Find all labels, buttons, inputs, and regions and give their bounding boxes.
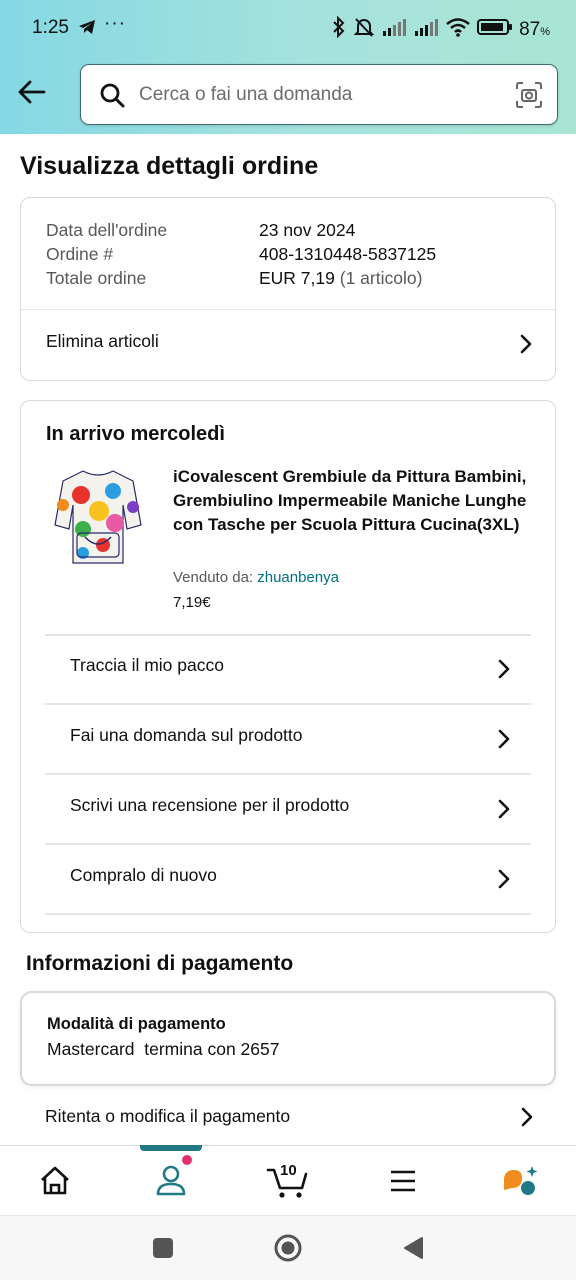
assistant-icon (504, 1166, 538, 1195)
chevron-right-icon (498, 729, 510, 749)
buy-again-row[interactable]: Compralo di nuovo (45, 844, 531, 914)
battery-percent: 87 (519, 18, 541, 40)
payment-method-value: Mastercard termina con 2657 (47, 1039, 280, 1059)
chevron-right-icon (498, 869, 510, 889)
menu-icon (391, 1170, 415, 1192)
back-system-button[interactable] (402, 1236, 424, 1265)
account-icon (156, 1155, 192, 1196)
cart-count-badge: 10 (280, 1162, 297, 1179)
status-time: 1:25 (32, 17, 69, 38)
chevron-right-icon (498, 799, 510, 819)
payment-method-card: Modalità di pagamento Mastercard termina… (20, 991, 556, 1086)
system-nav-bar (0, 1215, 576, 1280)
order-summary-card: Data dell'ordine 23 nov 2024 Ordine # 40… (20, 197, 556, 381)
nav-account[interactable] (136, 1146, 206, 1216)
payment-section-title: Informazioni di pagamento (26, 952, 294, 975)
telegram-icon (78, 19, 96, 40)
triangle-back-icon (404, 1237, 423, 1259)
back-button[interactable] (14, 74, 50, 110)
battery-unit: % (540, 25, 550, 38)
chevron-right-icon (498, 659, 510, 679)
action-label: Compralo di nuovo (70, 865, 217, 885)
circle-icon (274, 1234, 302, 1262)
divider (45, 913, 531, 915)
chevron-right-icon (521, 1107, 533, 1127)
signal-icon-2 (413, 17, 439, 42)
delete-items-row[interactable]: Elimina articoli (21, 310, 555, 380)
nav-assistant[interactable] (486, 1146, 556, 1216)
retry-payment-row[interactable]: Ritenta o modifica il pagamento (20, 1088, 556, 1146)
bluetooth-icon (331, 15, 347, 43)
arrival-status: In arrivo mercoledì (46, 423, 225, 445)
payment-method-label: Modalità di pagamento (47, 1015, 226, 1033)
delete-items-label: Elimina articoli (46, 331, 159, 351)
nav-cart[interactable] (252, 1146, 322, 1216)
chevron-right-icon (520, 334, 532, 354)
order-number-value: 408-1310448-5837125 (259, 244, 437, 264)
app-header: 1:25 ··· 87% (0, 0, 576, 134)
square-icon (153, 1238, 173, 1258)
write-review-row[interactable]: Scrivi una recensione per il prodotto (45, 774, 531, 844)
order-date-label: Data dell'ordine (46, 220, 168, 240)
status-bar: 1:25 ··· 87% (0, 0, 576, 56)
arrow-left-icon (18, 80, 46, 104)
more-notifications-icon: ··· (104, 13, 126, 34)
search-icon (99, 82, 125, 113)
order-total-label: Totale ordine (46, 268, 147, 288)
wifi-icon (445, 17, 471, 42)
home-system-button[interactable] (273, 1233, 303, 1268)
ask-question-row[interactable]: Fai una domanda sul prodotto (45, 704, 531, 774)
battery-level: 87% (519, 19, 550, 41)
search-bar[interactable] (80, 64, 558, 125)
camera-scan-icon[interactable] (515, 81, 543, 114)
search-input[interactable] (139, 65, 499, 124)
track-package-row[interactable]: Traccia il mio pacco (45, 634, 531, 704)
action-label: Scrivi una recensione per il prodotto (70, 795, 350, 815)
bell-muted-icon (353, 16, 375, 43)
bottom-nav: 10 (0, 1145, 576, 1215)
seller-info: Venduto da: zhuanbenya (173, 569, 339, 586)
product-image[interactable] (53, 465, 143, 567)
action-label: Traccia il mio pacco (70, 655, 224, 675)
battery-icon (477, 18, 513, 41)
order-total-amount: EUR 7,19 (259, 268, 335, 288)
order-number-label: Ordine # (46, 244, 114, 264)
page-title: Visualizza dettagli ordine (20, 152, 319, 180)
product-price: 7,19€ (173, 594, 211, 611)
status-icons: 87% (331, 15, 550, 43)
shipment-card: In arrivo mercoledì iCovalescent Grembiu… (20, 400, 556, 933)
product-title[interactable]: iCovalescent Grembiule da Pittura Bambin… (173, 465, 533, 537)
signal-icon (381, 17, 407, 42)
home-icon (41, 1166, 69, 1195)
recent-apps-button[interactable] (152, 1237, 174, 1264)
seller-link[interactable]: zhuanbenya (257, 569, 339, 586)
nav-menu[interactable] (368, 1146, 438, 1216)
retry-payment-label: Ritenta o modifica il pagamento (45, 1106, 291, 1126)
order-date-value: 23 nov 2024 (259, 220, 356, 240)
cart-icon (266, 1168, 308, 1198)
nav-home[interactable] (20, 1146, 90, 1216)
order-item-count: (1 articolo) (339, 268, 423, 288)
order-total-value: EUR 7,19 (1 articolo) (259, 268, 422, 289)
action-label: Fai una domanda sul prodotto (70, 725, 303, 745)
sold-by-label: Venduto da: (173, 569, 254, 586)
